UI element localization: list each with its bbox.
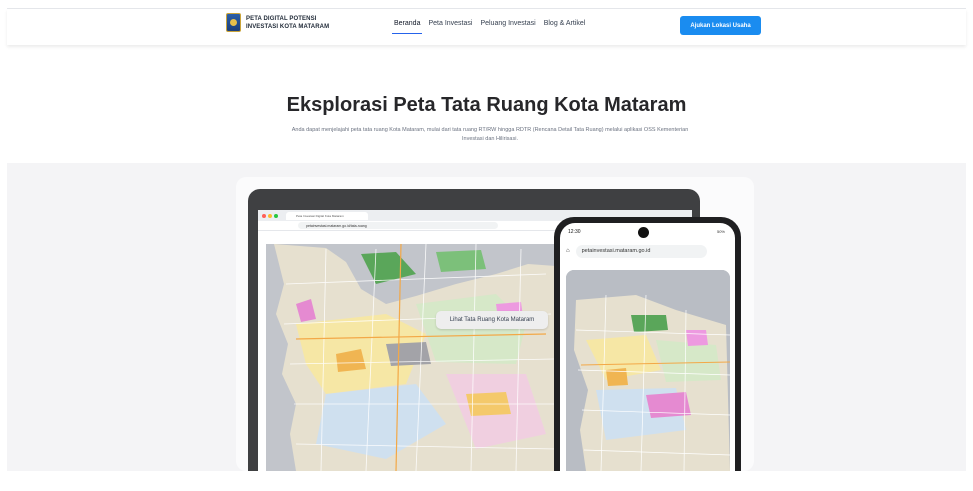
- phone-map-illustration: [566, 270, 730, 471]
- main-nav: Beranda Peta Investasi Peluang Investasi…: [391, 20, 586, 34]
- camera-icon: [638, 227, 649, 238]
- phone-url-bar: ⌂ petainvestasi.mataram.go.id: [560, 241, 735, 261]
- hero-title: Eksplorasi Peta Tata Ruang Kota Mataram: [286, 94, 687, 116]
- window-minimize-icon: [268, 213, 272, 218]
- phone-map: [566, 270, 730, 471]
- battery-indicator: 50%: [716, 229, 725, 234]
- home-icon[interactable]: ⌂: [566, 248, 570, 254]
- nav-peluang-investasi[interactable]: Peluang Investasi: [480, 20, 535, 27]
- brand-line-1: PETA DIGITAL POTENSI: [246, 15, 317, 22]
- phone-time: 12:30: [568, 229, 581, 235]
- ajukan-lokasi-button[interactable]: Ajukan Lokasi Usaha: [680, 16, 761, 35]
- lihat-tata-ruang-button[interactable]: Lihat Tata Ruang Kota Mataram: [436, 311, 548, 329]
- browser-url: petainvestasi.mataram.go.id/tata-ruang: [298, 222, 498, 229]
- window-maximize-icon: [274, 213, 278, 218]
- nav-peta-investasi[interactable]: Peta Investasi: [428, 20, 472, 27]
- nav-blog-artikel[interactable]: Blog & Artikel: [544, 20, 586, 27]
- navbar: [7, 9, 966, 45]
- hero-subtitle: Anda dapat menjelajahi peta tata ruang K…: [291, 127, 689, 142]
- brand-text: PETA DIGITAL POTENSI INVESTASI KOTA MATA…: [246, 15, 329, 31]
- nav-beranda[interactable]: Beranda: [391, 20, 423, 34]
- browser-tab: Peta Investasi Digital Kota Mataram: [286, 211, 368, 220]
- phone-screen: 12:30 50% ⌂ petainvestasi.mataram.go.id: [560, 223, 735, 471]
- city-logo-icon: [226, 13, 241, 32]
- brand[interactable]: PETA DIGITAL POTENSI INVESTASI KOTA MATA…: [226, 13, 329, 32]
- brand-line-2: INVESTASI KOTA MATARAM: [246, 23, 330, 30]
- window-close-icon: [262, 213, 266, 218]
- phone-url[interactable]: petainvestasi.mataram.go.id: [575, 244, 707, 258]
- phone-status-bar: 12:30 50%: [560, 223, 735, 241]
